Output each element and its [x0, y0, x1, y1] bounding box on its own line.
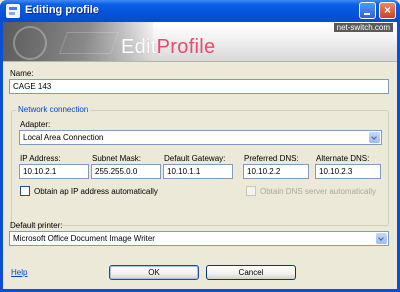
default-printer-value: Microsoft Office Document Image Writer: [13, 234, 155, 243]
auto-ip-checkbox[interactable]: [20, 186, 30, 196]
cancel-button[interactable]: Cancel: [206, 265, 296, 280]
ip-address-input[interactable]: 10.10.2.1: [19, 164, 89, 179]
name-input[interactable]: CAGE 143: [9, 79, 389, 94]
default-printer-label: Default printer:: [10, 221, 63, 230]
network-connection-title: Network connection: [16, 105, 91, 114]
chevron-down-icon[interactable]: [376, 233, 387, 244]
minimize-button[interactable]: [359, 2, 376, 19]
name-label: Name:: [10, 69, 34, 78]
banner-title-edit: Edit: [121, 36, 157, 58]
default-gateway-input[interactable]: 10.10.1.1: [163, 164, 233, 179]
banner-title: EditProfile: [121, 36, 215, 59]
preferred-dns-label: Preferred DNS:: [244, 154, 299, 163]
app-icon: [6, 4, 20, 18]
default-printer-select[interactable]: Microsoft Office Document Image Writer: [9, 231, 389, 246]
window-title: Editing profile: [25, 4, 99, 16]
title-bar[interactable]: Editing profile ×: [0, 0, 400, 22]
chevron-down-icon[interactable]: [369, 132, 380, 143]
adapter-label: Adapter:: [20, 120, 51, 129]
auto-dns-label: Obtain DNS server automatically: [260, 187, 377, 196]
header-banner: EditProfile net-switch.com: [3, 22, 397, 62]
adapter-select[interactable]: Local Area Connection: [19, 130, 382, 145]
site-label: net-switch.com: [333, 23, 393, 32]
alternate-dns-label: Alternate DNS:: [316, 154, 370, 163]
help-link[interactable]: Help: [11, 268, 27, 277]
ok-button[interactable]: OK: [109, 265, 199, 280]
close-button[interactable]: ×: [379, 2, 396, 19]
subnet-mask-input[interactable]: 255.255.0.0: [91, 164, 161, 179]
banner-title-profile: Profile: [156, 36, 216, 58]
preferred-dns-input[interactable]: 10.10.2.2: [243, 164, 309, 179]
dialog-body: EditProfile net-switch.com Name: CAGE 14…: [3, 22, 397, 289]
adapter-value: Local Area Connection: [23, 133, 104, 142]
auto-ip-label[interactable]: Obtain ap IP address automatically: [34, 187, 158, 196]
default-gateway-label: Default Gateway:: [164, 154, 226, 163]
subnet-mask-label: Subnet Mask:: [92, 154, 141, 163]
ip-address-label: IP Address:: [20, 154, 61, 163]
dialog-window: Editing profile × EditProfile net-switch…: [0, 0, 400, 292]
alternate-dns-input[interactable]: 10.10.2.3: [315, 164, 381, 179]
auto-dns-checkbox: [246, 186, 256, 196]
